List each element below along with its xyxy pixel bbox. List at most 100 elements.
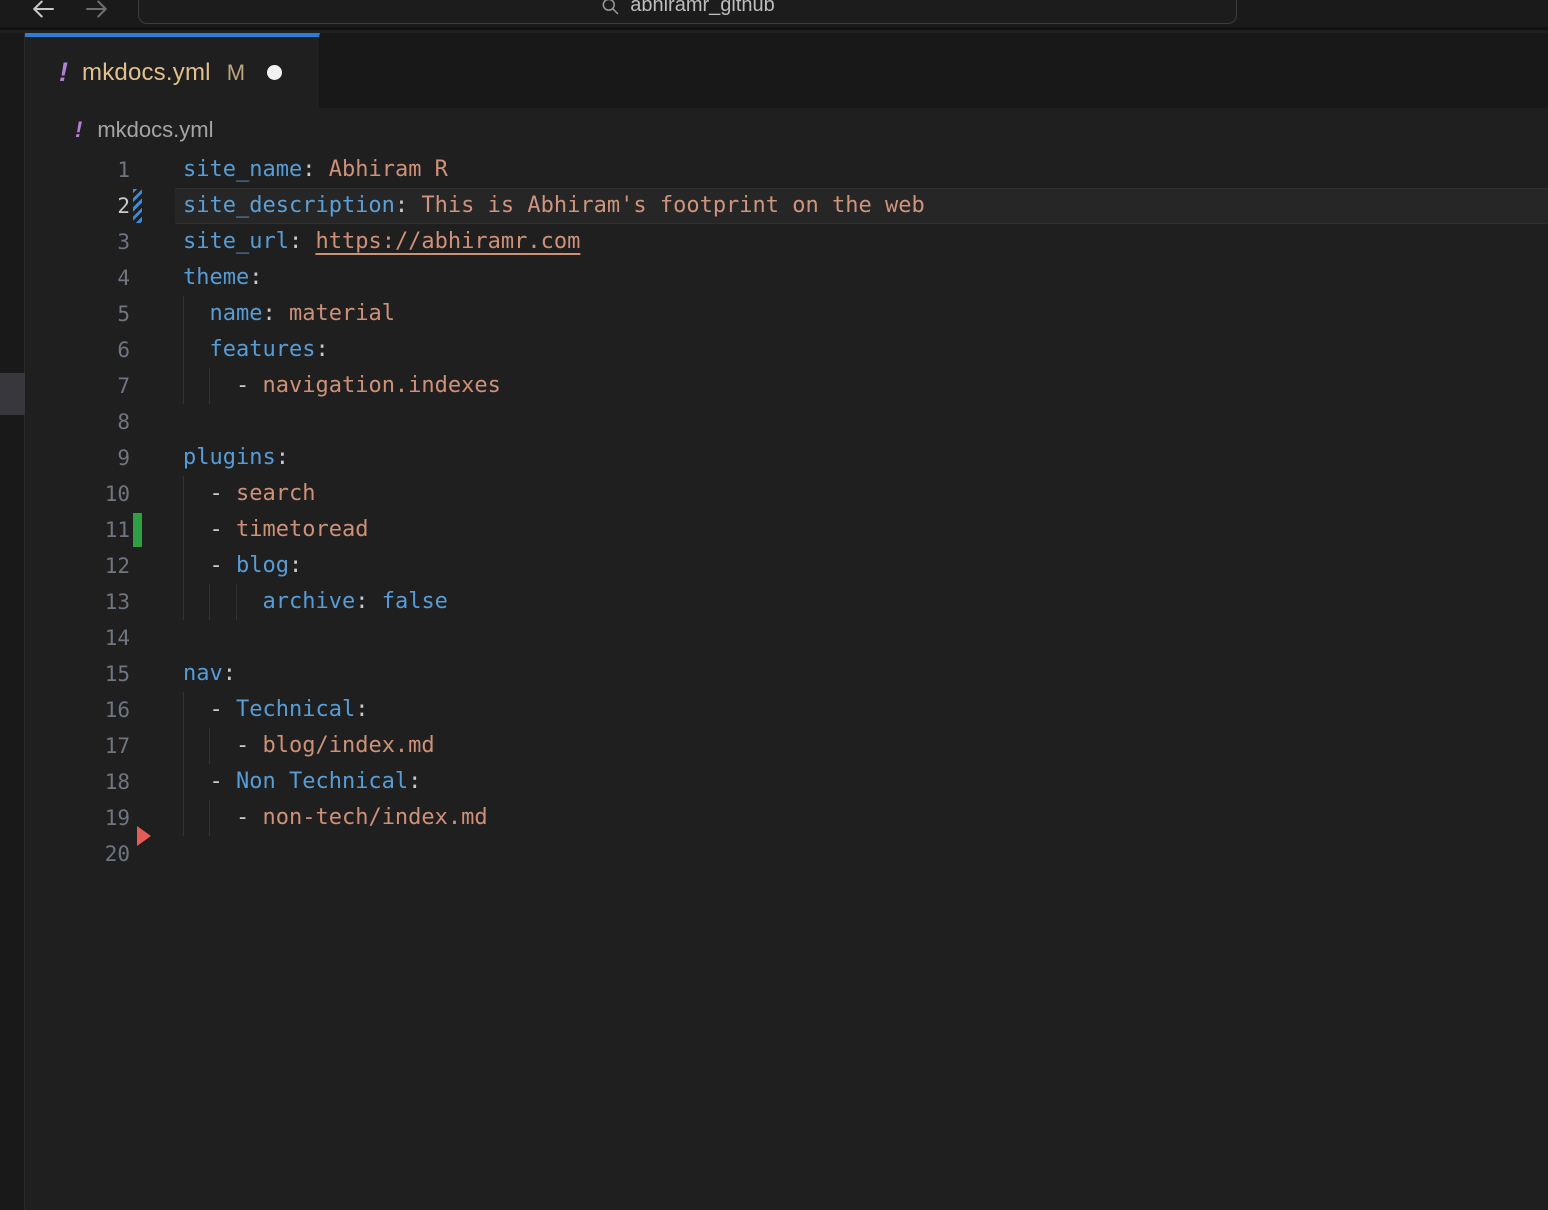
token-punct: - (183, 373, 262, 398)
code-text[interactable]: nav: (183, 656, 1548, 692)
code-line[interactable]: 16 - Technical: (25, 692, 1548, 728)
token-punct: : (223, 661, 236, 686)
code-line[interactable]: 3site_url: https://abhiramr.com (25, 224, 1548, 260)
gutter: 14 (25, 620, 183, 656)
token-key: site_description (183, 193, 395, 218)
indent-guide (209, 368, 210, 404)
line-number: 18 (105, 764, 130, 800)
token-key: theme (183, 265, 249, 290)
indent-guide (209, 728, 210, 764)
gutter: 10 (25, 476, 183, 512)
token-key: archive (262, 589, 355, 614)
error-marker-icon (137, 826, 151, 846)
token-punct: : (355, 697, 368, 722)
code-line[interactable]: 4theme: (25, 260, 1548, 296)
code-text[interactable]: site_description: This is Abhiram's foot… (183, 188, 1548, 224)
code-text[interactable]: theme: (183, 260, 1548, 296)
indent-guide (183, 728, 184, 764)
code-text[interactable]: - blog: (183, 548, 1548, 584)
breadcrumb-file: mkdocs.yml (97, 117, 213, 143)
code-text[interactable]: - non-tech/index.md (183, 800, 1548, 836)
yaml-file-icon: ! (59, 57, 68, 88)
tab-bar: ! mkdocs.yml M (25, 33, 1548, 108)
editor-group: ! mkdocs.yml M ! mkdocs.yml 1 site_name: … (25, 33, 1548, 1210)
line-number: 9 (117, 440, 130, 476)
code-line[interactable]: 17 - blog/index.md (25, 728, 1548, 764)
breadcrumb[interactable]: ! mkdocs.yml (25, 108, 1548, 152)
window-body: ! mkdocs.yml M ! mkdocs.yml 1 site_name: … (0, 33, 1548, 1210)
token-punct: : (249, 265, 262, 290)
code-line[interactable]: 14 (25, 620, 1548, 656)
tab-mkdocs-yml[interactable]: ! mkdocs.yml M (25, 33, 320, 108)
forward-button[interactable] (82, 0, 112, 24)
code-line[interactable]: 13 archive: false (25, 584, 1548, 620)
token-str: material (289, 301, 395, 326)
code-line[interactable]: 11 - timetoread (25, 512, 1548, 548)
token-key: blog (236, 553, 289, 578)
code-line[interactable]: 12 - blog: (25, 548, 1548, 584)
token-str: search (236, 481, 315, 506)
editor[interactable]: 1site_name: Abhiram R2site_description: … (25, 152, 1548, 1210)
code-text[interactable]: - timetoread (183, 512, 1548, 548)
token-punct: : (262, 301, 289, 326)
code-text[interactable]: site_url: https://abhiramr.com (183, 224, 1548, 260)
indent-guide (209, 800, 210, 836)
gutter: 20 (25, 836, 183, 872)
indent-guide (236, 584, 237, 620)
code-line[interactable]: 1 site_name: Abhiram R (25, 152, 1548, 188)
code-text[interactable]: - search (183, 476, 1548, 512)
token-str: Abhiram R (329, 157, 448, 182)
code-line[interactable]: 9 plugins: (25, 440, 1548, 476)
line-number: 19 (105, 800, 130, 836)
back-button[interactable] (28, 0, 58, 24)
code-text[interactable]: - Non Technical: (183, 764, 1548, 800)
code-line[interactable]: 8 (25, 404, 1548, 440)
token-punct: : (355, 589, 382, 614)
token-str: navigation.indexes (262, 373, 500, 398)
code-line[interactable]: 19 - non-tech/index.md (25, 800, 1548, 836)
line-number: 8 (117, 404, 130, 440)
code-text[interactable]: - navigation.indexes (183, 368, 1548, 404)
code-line[interactable]: 6 features: (25, 332, 1548, 368)
indent-guide (183, 368, 184, 404)
code-line[interactable]: 5 name: material (25, 296, 1548, 332)
token-punct: - (183, 697, 236, 722)
code-text[interactable]: name: material (183, 296, 1548, 332)
indent-guide (183, 764, 184, 800)
modified-dot-icon[interactable] (267, 65, 282, 80)
line-number: 15 (105, 656, 130, 692)
code-text[interactable]: plugins: (183, 440, 1548, 476)
gutter: 3 (25, 224, 183, 260)
code-text[interactable]: - Technical: (183, 692, 1548, 728)
token-str: blog/index.md (262, 733, 434, 758)
line-number: 16 (105, 692, 130, 728)
gutter: 5 (25, 296, 183, 332)
gutter: 12 (25, 548, 183, 584)
code-text[interactable]: archive: false (183, 584, 1548, 620)
code-line[interactable]: 2site_description: This is Abhiram's foo… (25, 188, 1548, 224)
code-line[interactable]: 20 (25, 836, 1548, 872)
search-text: abhiramr_github (630, 0, 775, 17)
gutter: 18 (25, 764, 183, 800)
command-center-search[interactable]: abhiramr_github (138, 0, 1237, 24)
token-key: site_name (183, 157, 302, 182)
rail-handle[interactable] (0, 373, 25, 415)
line-number: 1 (117, 152, 130, 188)
line-number: 5 (117, 296, 130, 332)
line-number: 6 (117, 332, 130, 368)
code-line[interactable]: 18 - Non Technical: (25, 764, 1548, 800)
code-text[interactable] (183, 620, 1548, 656)
code-line[interactable]: 7 - navigation.indexes (25, 368, 1548, 404)
code-line[interactable]: 10 - search (25, 476, 1548, 512)
token-punct: - (183, 733, 262, 758)
code-line[interactable]: 15 nav: (25, 656, 1548, 692)
token-punct: : (289, 229, 316, 254)
indent-guide (183, 548, 184, 584)
yaml-file-icon: ! (75, 117, 82, 143)
code-text[interactable]: features: (183, 332, 1548, 368)
code-text[interactable] (183, 836, 1548, 872)
indent-guide (183, 800, 184, 836)
code-text[interactable] (183, 404, 1548, 440)
code-text[interactable]: - blog/index.md (183, 728, 1548, 764)
code-text[interactable]: site_name: Abhiram R (183, 152, 1548, 188)
